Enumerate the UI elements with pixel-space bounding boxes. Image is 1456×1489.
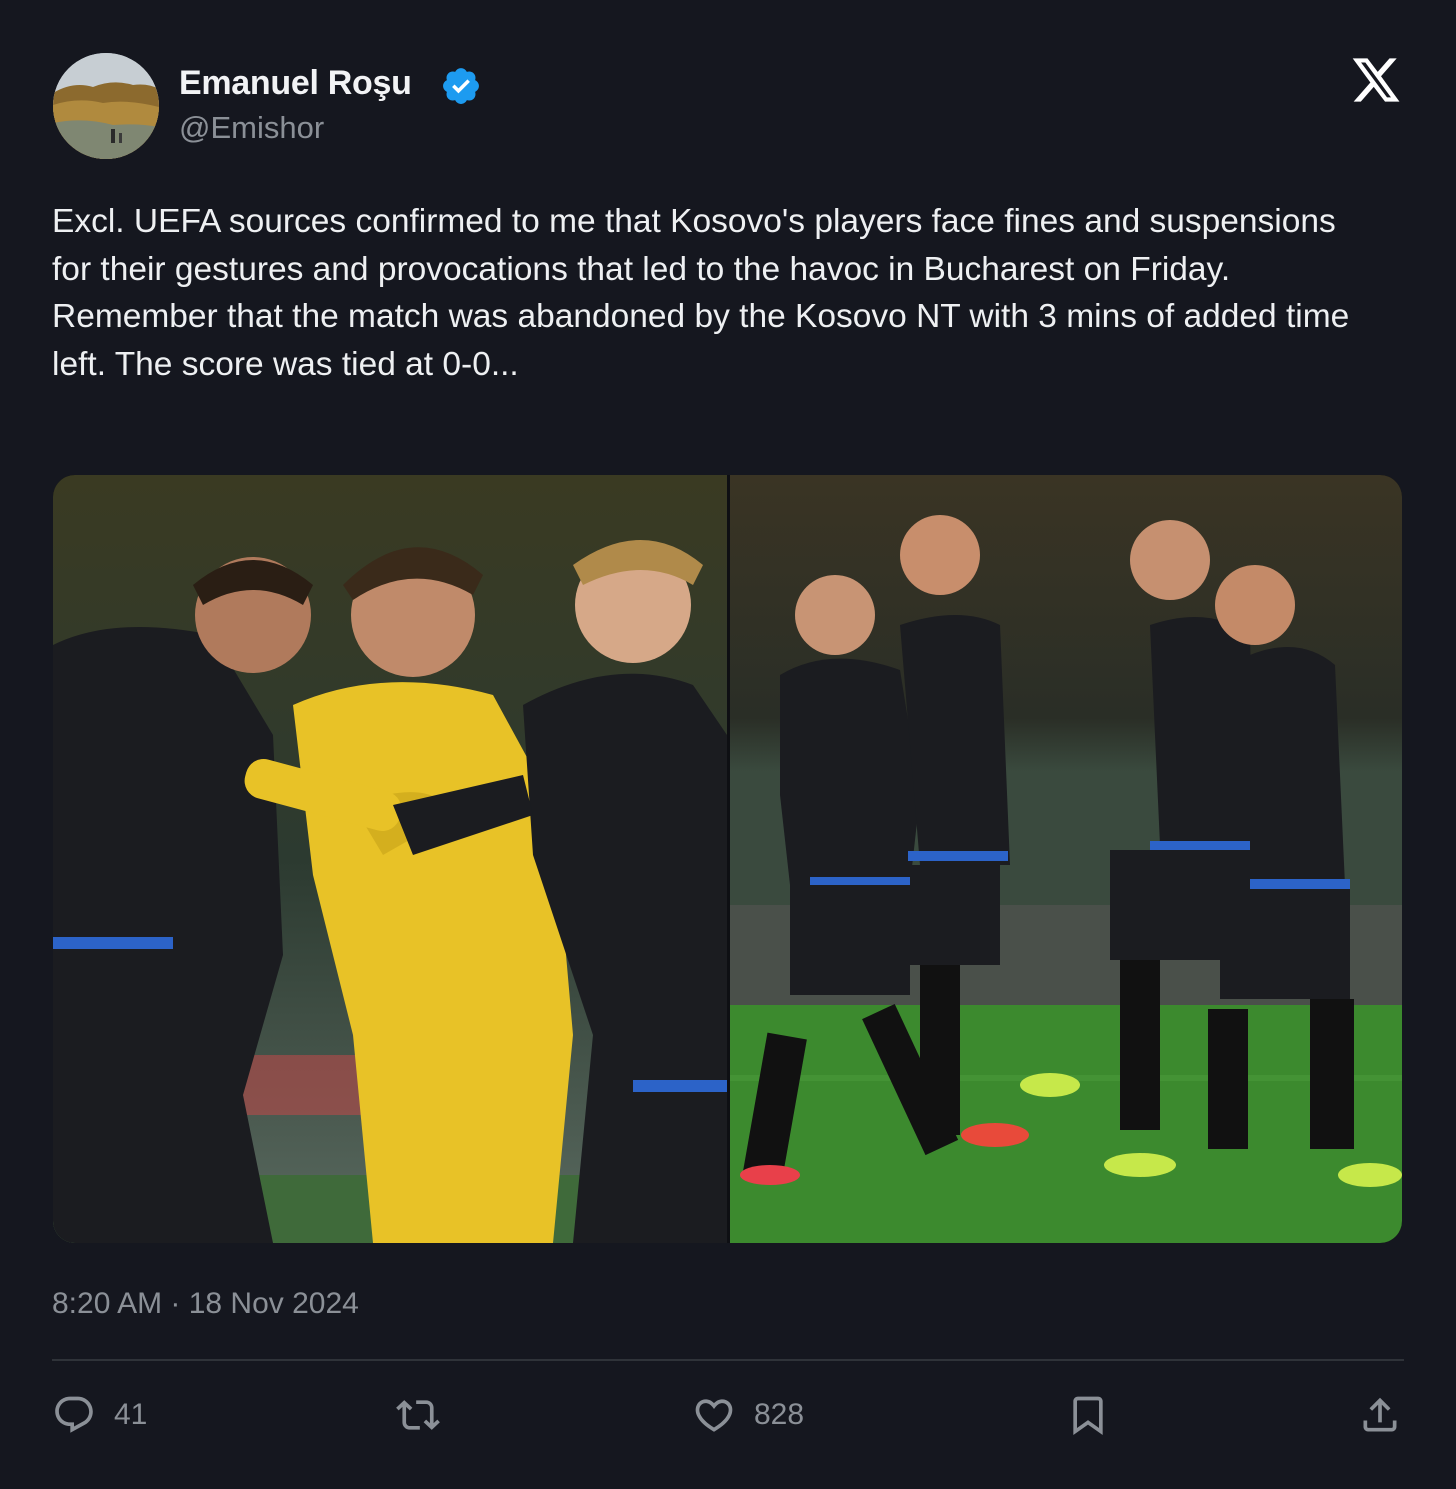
share-icon [1363, 1397, 1397, 1432]
reply-count: 41 [114, 1398, 148, 1431]
bookmark-icon [1073, 1396, 1103, 1436]
retweet-icon [396, 1400, 440, 1430]
share-button[interactable] [1358, 1390, 1402, 1440]
tweet-timestamp[interactable]: 8:20 AM · 18 Nov 2024 [52, 1287, 359, 1321]
bookmark-button[interactable] [1066, 1390, 1110, 1440]
retweet-button[interactable] [396, 1390, 440, 1440]
like-button[interactable]: 828 [692, 1390, 804, 1440]
tweet-media[interactable] [53, 475, 1402, 1243]
photo-kosovo-players-walking[interactable] [730, 475, 1402, 1243]
avatar[interactable] [53, 53, 159, 159]
reply-icon [55, 1396, 93, 1433]
divider [52, 1359, 1404, 1361]
x-logo-icon[interactable] [1350, 56, 1402, 104]
reply-button[interactable]: 41 [52, 1390, 147, 1440]
author-display-name[interactable]: Emanuel Roşu [179, 64, 412, 103]
verified-badge-icon [443, 68, 479, 104]
avatar-landscape-image [53, 53, 159, 159]
photo-players-scuffle[interactable] [53, 475, 730, 1243]
heart-icon [695, 1399, 733, 1432]
like-count: 828 [754, 1398, 805, 1431]
author-handle[interactable]: @Emishor [179, 110, 324, 146]
tweet-text: Excl. UEFA sources confirmed to me that … [52, 203, 1350, 383]
